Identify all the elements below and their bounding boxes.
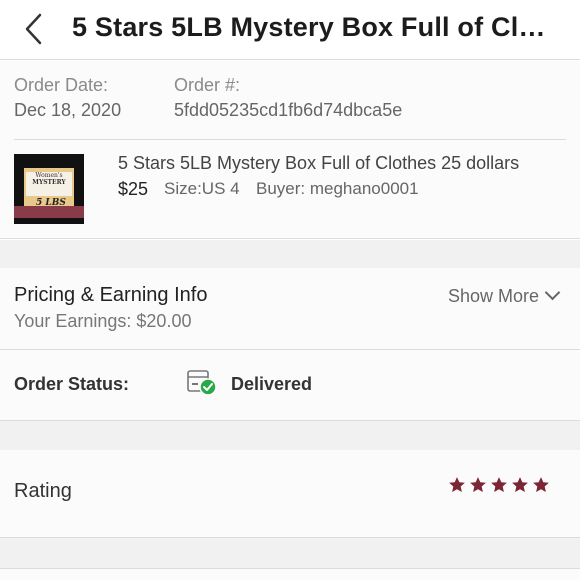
section-gap — [0, 240, 580, 268]
pricing-section: Pricing & Earning Info Your Earnings: $2… — [0, 268, 580, 350]
order-status-value: Delivered — [231, 374, 313, 394]
chevron-down-icon — [544, 284, 561, 301]
earnings-text: Your Earnings: $20.00 — [14, 311, 192, 331]
section-gap — [0, 421, 580, 450]
product-size: Size:US 4 — [164, 179, 240, 198]
order-status-label: Order Status: — [14, 374, 130, 394]
show-more-label: Show More — [447, 286, 539, 306]
star-icon — [449, 477, 465, 493]
star-icon — [533, 477, 549, 493]
pricing-title: Pricing & Earning Info — [14, 284, 208, 306]
section-gap — [0, 538, 580, 568]
buyer-name[interactable]: Buyer: meghano0001 — [256, 179, 419, 199]
order-date-value: Dec 18, 2020 — [14, 100, 122, 120]
thumb-text-top: Women's — [35, 172, 63, 179]
order-date-label: Order Date: — [14, 75, 109, 95]
star-icon — [491, 477, 507, 493]
order-number-label: Order #: — [174, 75, 241, 95]
rating-section: Rating — [0, 450, 580, 538]
thumb-text-mid: MYSTERY — [32, 179, 66, 186]
order-number-value: 5fdd05235cd1fb6d74dbca5e — [174, 100, 403, 120]
rating-stars — [448, 476, 550, 494]
top-bar: 5 Stars 5LB Mystery Box Full of Clothes … — [0, 0, 580, 60]
package-delivered-icon — [187, 370, 217, 396]
star-icon — [470, 477, 486, 493]
thumb-text-bottom: 5 LBS — [36, 198, 66, 208]
product-thumbnail[interactable]: Women's MYSTERY 5 LBS — [14, 154, 84, 224]
thumb-label: Women's MYSTERY — [26, 172, 72, 196]
order-status-section: Order Status: Delivered — [0, 350, 580, 421]
star-icon — [512, 477, 528, 493]
next-section — [0, 568, 580, 580]
product-name[interactable]: 5 Stars 5LB Mystery Box Full of Clothes … — [118, 153, 519, 174]
chevron-left-icon[interactable] — [22, 12, 52, 46]
page-title: 5 Stars 5LB Mystery Box Full of Clothes … — [72, 12, 562, 42]
rating-label: Rating — [14, 480, 72, 502]
show-more-button[interactable]: Show More — [447, 284, 561, 307]
product-price: $25 — [118, 179, 149, 199]
order-info-section: Order Date: Dec 18, 2020 Order #: 5fdd05… — [0, 61, 580, 239]
divider — [14, 139, 566, 140]
